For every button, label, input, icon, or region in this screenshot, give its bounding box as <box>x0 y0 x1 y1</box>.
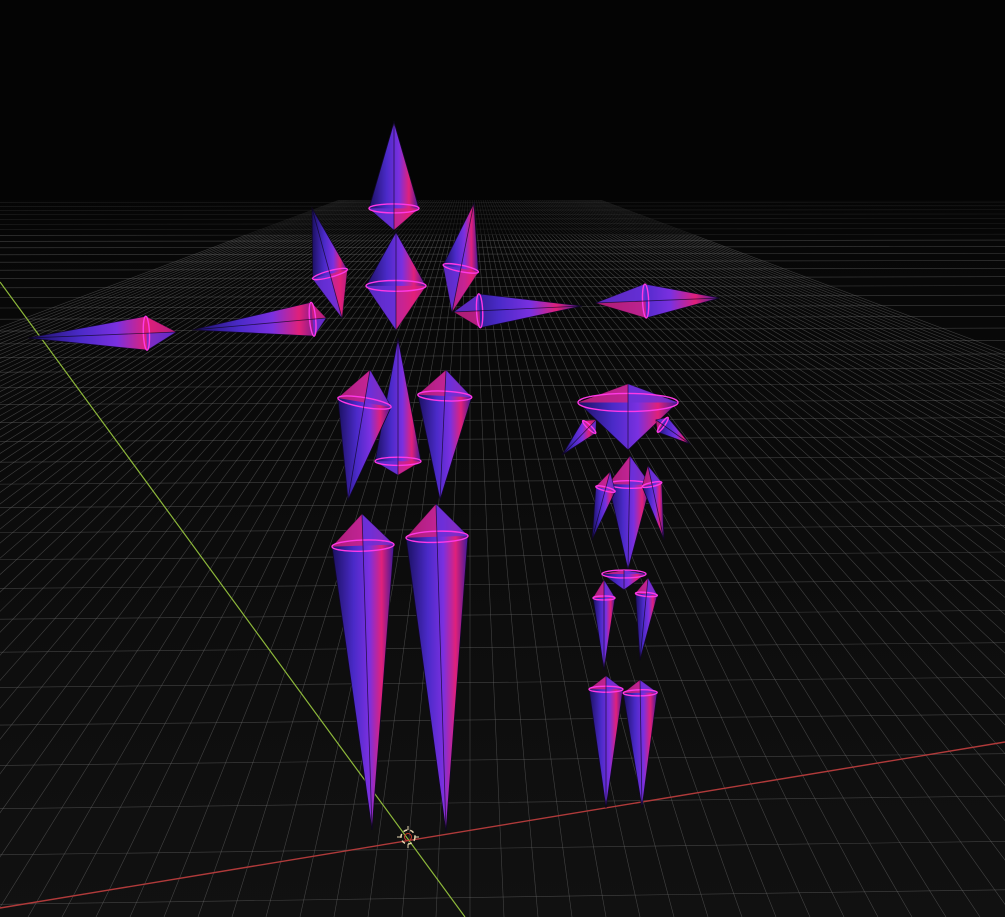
armature-small[interactable] <box>561 383 692 809</box>
3d-viewport[interactable] <box>0 0 1005 917</box>
bone-s-chest[interactable] <box>607 455 652 571</box>
bone-upperarm-l[interactable] <box>453 293 583 329</box>
bone-s-shin-r[interactable] <box>588 675 624 809</box>
bone-thigh-l[interactable] <box>405 503 469 833</box>
floor-grid <box>0 0 1005 917</box>
bone-forearm-r[interactable] <box>27 315 177 351</box>
bone-hip-l[interactable] <box>417 369 473 502</box>
viewport-scene[interactable] <box>0 0 1005 917</box>
bone-thigh-r[interactable] <box>331 513 395 831</box>
bone-forearm-l[interactable] <box>594 283 721 319</box>
bone-s-shin-l[interactable] <box>622 679 658 809</box>
bone-s-head[interactable] <box>577 383 679 451</box>
